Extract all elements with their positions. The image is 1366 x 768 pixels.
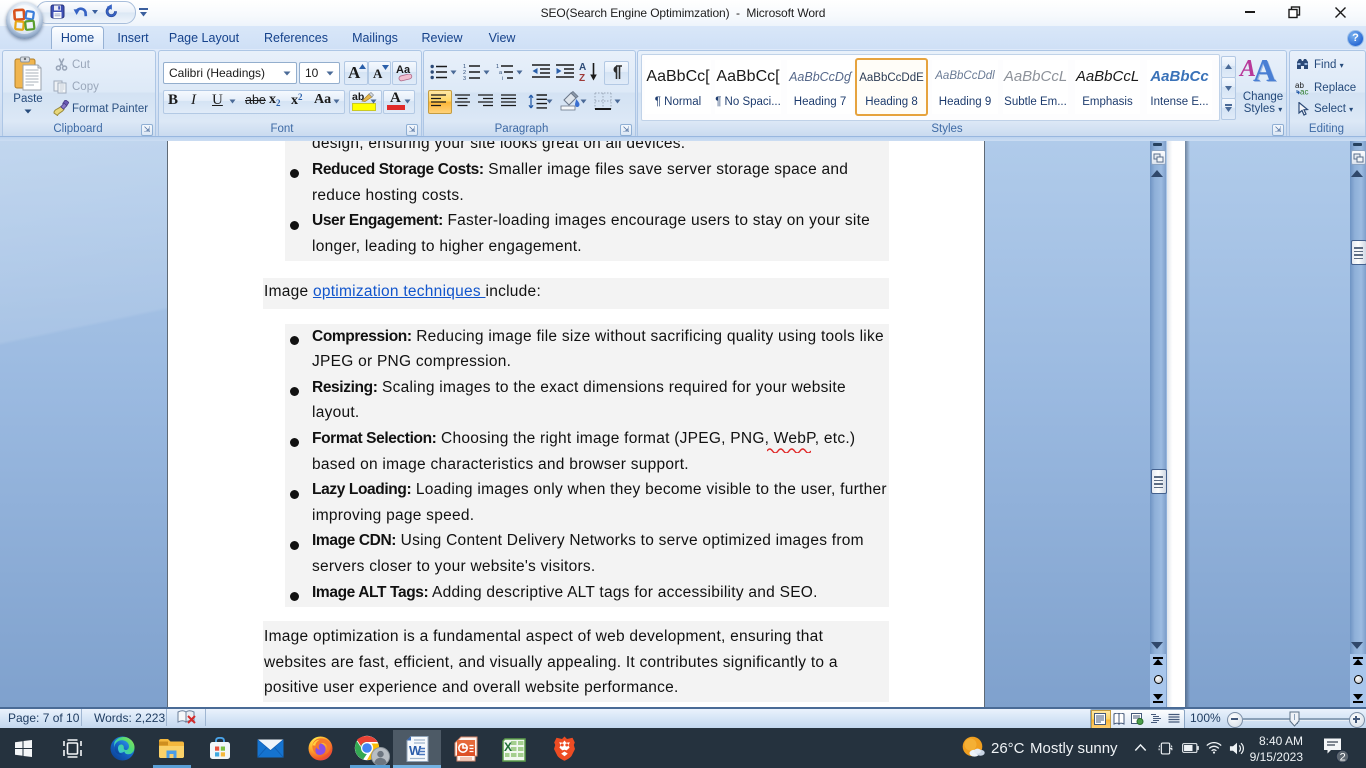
svg-text:3: 3 [463, 76, 466, 81]
svg-text:i: i [502, 76, 503, 81]
svg-text:ac: ac [1300, 88, 1308, 96]
svg-text:Z: Z [579, 73, 585, 82]
svg-text:X: X [504, 740, 512, 754]
svg-text:W: W [409, 743, 422, 758]
svg-text:2: 2 [1340, 752, 1346, 764]
svg-text:A: A [579, 62, 586, 73]
